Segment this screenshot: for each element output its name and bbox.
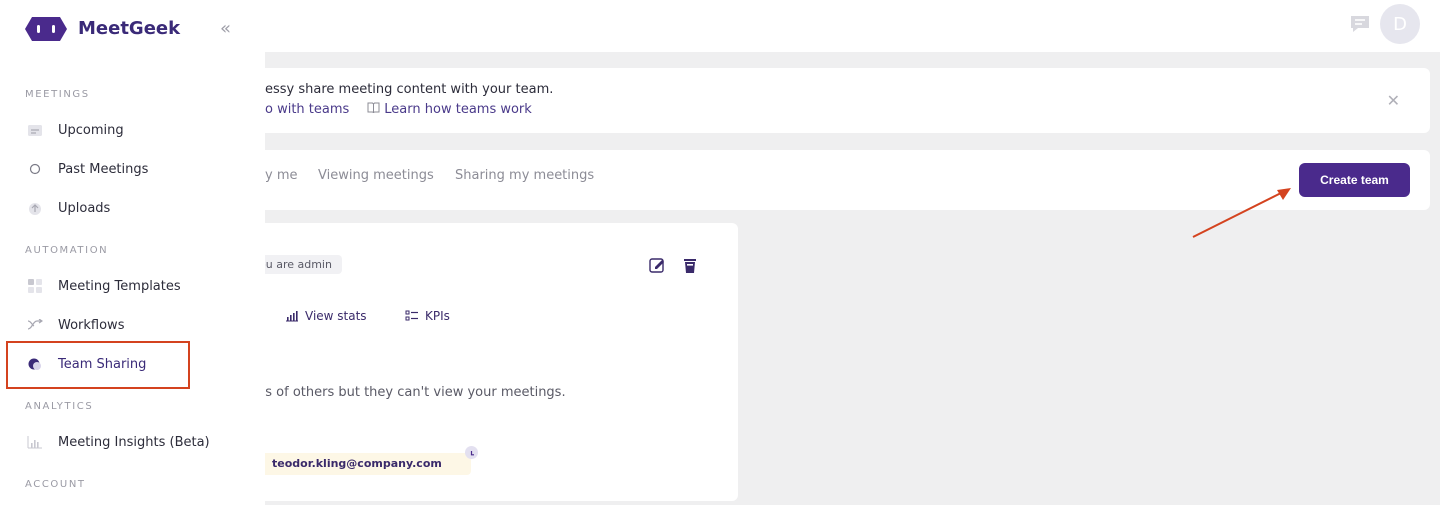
close-icon[interactable]: ✕ [1387,91,1400,110]
sidebar-item-label: Past Meetings [58,161,149,177]
sidebar-item-label: Uploads [58,200,111,216]
view-stats-label: View stats [305,309,367,323]
create-team-button[interactable]: Create team [1299,163,1410,197]
checklist-icon [405,310,418,321]
circle-icon [25,161,45,177]
bar-chart-icon [286,311,298,322]
member-email: teodor.kling@company.com [245,453,471,475]
sidebar-item-uploads[interactable]: Uploads [25,194,255,222]
calendar-icon [25,122,45,138]
sidebar-item-meeting-insights[interactable]: Meeting Insights (Beta) [25,428,255,456]
sidebar-item-meeting-templates[interactable]: Meeting Templates [25,272,255,300]
insights-icon [25,434,45,450]
learn-teams-link[interactable]: Learn how teams work [367,102,532,117]
section-meetings: MEETINGS [25,89,90,100]
sidebar-item-label: Meeting Templates [58,278,181,294]
sidebar-item-past-meetings[interactable]: Past Meetings [25,155,255,183]
section-account: ACCOUNT [25,479,86,490]
annotation-arrow [1192,188,1291,238]
grid-icon [25,278,45,294]
tab-viewing-meetings[interactable]: Viewing meetings [318,168,434,183]
tab-sharing-my-meetings[interactable]: Sharing my meetings [455,168,594,183]
sidebar-item-label: Meeting Insights (Beta) [58,434,210,450]
annotation-highlight-box [6,341,190,389]
workflow-icon [25,317,45,333]
trash-icon[interactable] [683,258,697,274]
collapse-sidebar-icon[interactable]: « [220,18,231,39]
section-analytics: ANALYTICS [25,401,94,412]
team-card: ou are admin View stats KPIs gs of other… [245,223,738,501]
brand-name: MeetGeek [78,18,181,39]
sidebar-item-label: Upcoming [58,122,124,138]
feedback-icon[interactable] [1350,15,1370,33]
info-banner: essy share meeting content with your tea… [245,68,1430,133]
sidebar-item-upcoming[interactable]: Upcoming [25,116,255,144]
upload-icon [25,200,45,216]
edit-icon[interactable] [649,257,665,273]
team-description: gs of others but they can't view your me… [257,385,566,400]
view-stats-action[interactable]: View stats [285,309,367,323]
kpis-action[interactable]: KPIs [405,309,450,323]
banner-text: essy share meeting content with your tea… [265,82,554,97]
tab-shared-with-me[interactable]: y me [265,168,298,183]
meetgeek-logo-icon[interactable] [24,16,68,42]
user-avatar[interactable]: D [1380,4,1420,44]
pending-clock-icon [465,446,478,459]
sidebar-item-workflows[interactable]: Workflows [25,311,255,339]
banner-links: o with teams Learn how teams work [265,102,532,117]
sidebar-item-label: Workflows [58,317,125,333]
teams-link[interactable]: o with teams [265,102,349,117]
sidebar: MeetGeek « MEETINGS Upcoming Past Meetin… [0,0,265,505]
kpis-label: KPIs [425,309,450,323]
learn-teams-label: Learn how teams work [384,102,532,117]
book-icon [367,102,380,117]
section-automation: AUTOMATION [25,245,109,256]
